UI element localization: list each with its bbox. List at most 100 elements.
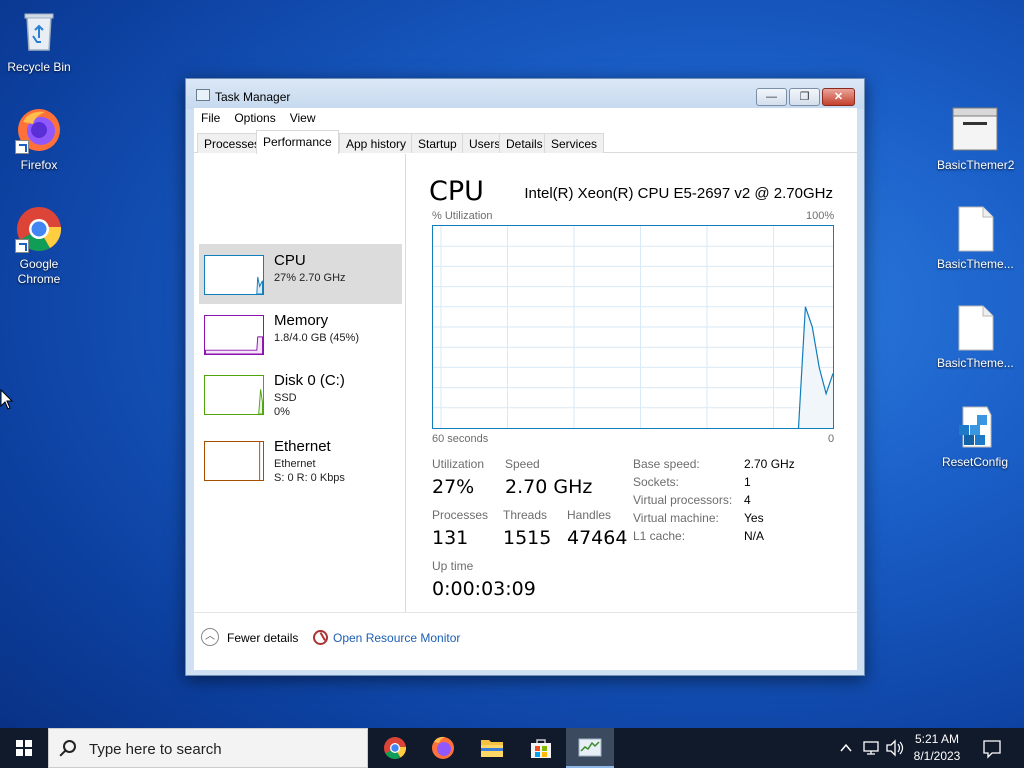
graph-x-label: 60 seconds <box>432 433 489 445</box>
application-window-icon <box>951 106 999 154</box>
resource-name: Ethernet <box>274 438 331 455</box>
title-bar[interactable]: Task Manager — ❐ ✕ <box>186 79 864 109</box>
search-icon <box>63 740 76 753</box>
graph-y-label: % Utilization <box>432 210 493 222</box>
taskbar-clock[interactable]: 5:21 AM 8/1/2023 <box>904 731 970 765</box>
resource-detail: 1.8/4.0 GB (45%) <box>274 332 359 344</box>
blank-file-icon <box>951 304 999 352</box>
desktop-icon-basictheme-file-2[interactable]: BasicTheme... <box>937 304 1014 371</box>
sockets-label: Sockets: <box>633 475 680 489</box>
l1-cache-value: N/A <box>744 529 765 543</box>
menu-options[interactable]: Options <box>227 108 282 128</box>
menu-file[interactable]: File <box>194 108 227 128</box>
task-manager-icon <box>578 738 602 757</box>
clock-time: 5:21 AM <box>914 732 960 746</box>
chevron-up-icon[interactable] <box>836 728 856 768</box>
tab-app-history[interactable]: App history <box>339 133 414 153</box>
store-bag-icon <box>531 739 551 758</box>
virtual-machine-label: Virtual machine: <box>633 511 719 525</box>
uptime-label: Up time <box>432 559 474 573</box>
disk-mini-graph <box>204 375 264 415</box>
network-icon[interactable] <box>860 728 882 768</box>
taskbar-file-explorer[interactable] <box>468 728 516 768</box>
resource-name: CPU <box>274 252 306 269</box>
recycle-bin-icon <box>15 8 63 56</box>
desktop-icon-resetconfig[interactable]: ResetConfig <box>937 403 1013 470</box>
resource-detail-2: 0% <box>274 406 290 418</box>
memory-mini-graph <box>204 315 264 355</box>
resource-cpu[interactable]: CPU 27% 2.70 GHz <box>199 244 402 304</box>
ethernet-mini-graph <box>204 441 264 481</box>
resource-name: Memory <box>274 312 329 329</box>
resource-detail: Ethernet <box>274 458 316 470</box>
registry-cubes-icon <box>951 403 999 451</box>
desktop-icon-label: BasicTheme... <box>937 257 1014 271</box>
desktop-icon-google-chrome[interactable]: Google Chrome <box>1 205 77 287</box>
close-button[interactable]: ✕ <box>822 88 855 106</box>
shortcut-arrow-icon <box>15 140 29 154</box>
desktop-icon-firefox[interactable]: Firefox <box>1 106 77 173</box>
start-button[interactable] <box>0 728 48 768</box>
resource-disk[interactable]: Disk 0 (C:) SSD 0% <box>199 364 402 424</box>
desktop-icon-label: ResetConfig <box>941 455 1009 469</box>
tab-performance[interactable]: Performance <box>256 130 339 154</box>
desktop-icon-label: BasicThemer2 <box>937 158 1015 172</box>
open-resource-monitor-link[interactable]: Open Resource Monitor <box>333 631 460 645</box>
menu-bar: File Options View <box>194 108 323 130</box>
fewer-details-button[interactable]: Fewer details <box>227 631 298 645</box>
volume-icon[interactable] <box>884 728 906 768</box>
taskbar: Type here to search 5:21 AM 8/1/2023 <box>0 728 1024 768</box>
tab-services[interactable]: Services <box>544 133 605 153</box>
cpu-model-name: Intel(R) Xeon(R) CPU E5-2697 v2 @ 2.70GH… <box>524 185 833 202</box>
firefox-icon <box>432 736 454 759</box>
task-manager-window: Task Manager — ❐ ✕ File Options View Proce… <box>185 78 865 676</box>
taskbar-chrome[interactable] <box>371 728 419 768</box>
desktop-icon-label: BasicTheme... <box>937 356 1014 370</box>
minimize-button[interactable]: — <box>756 88 787 106</box>
desktop-icon-basictheme-file-1[interactable]: BasicTheme... <box>937 205 1014 272</box>
chrome-icon <box>384 737 407 759</box>
mouse-cursor-icon <box>0 389 14 410</box>
l1-cache-label: L1 cache: <box>633 529 686 543</box>
window-title: Task Manager <box>215 90 291 104</box>
taskbar-firefox[interactable] <box>419 728 467 768</box>
search-box[interactable]: Type here to search <box>48 728 368 768</box>
base-speed-label: Base speed: <box>633 457 700 471</box>
desktop-icon-basicthemer2[interactable]: BasicThemer2 <box>937 106 1015 173</box>
uptime-value: 0:00:03:09 <box>432 578 536 600</box>
desktop-icon-recycle-bin[interactable]: Recycle Bin <box>1 8 77 75</box>
restore-button[interactable]: ❐ <box>789 88 820 106</box>
processes-label: Processes <box>432 508 489 522</box>
folder-icon <box>481 740 503 757</box>
notification-icon[interactable] <box>980 728 1004 768</box>
resource-memory[interactable]: Memory 1.8/4.0 GB (45%) <box>199 304 402 364</box>
chevron-up-icon[interactable]: ︿ <box>201 628 219 646</box>
taskbar-task-manager[interactable] <box>566 728 614 768</box>
shortcut-arrow-icon <box>15 239 29 253</box>
page-title: CPU <box>429 176 484 207</box>
virtual-processors-label: Virtual processors: <box>633 493 733 507</box>
desktop-icon-label: Google Chrome <box>17 257 61 286</box>
taskbar-store[interactable] <box>517 728 565 768</box>
cpu-mini-graph <box>204 255 264 295</box>
tab-details[interactable]: Details <box>499 133 550 153</box>
tab-strip: Processes Performance App history Startu… <box>194 130 857 154</box>
search-placeholder: Type here to search <box>89 741 222 758</box>
utilization-label: Utilization <box>432 457 485 471</box>
footer: ︿ Fewer details Open Resource Monitor <box>194 612 857 670</box>
desktop-icon-label: Recycle Bin <box>7 60 71 74</box>
resource-monitor-icon <box>313 630 328 645</box>
sockets-value: 1 <box>744 475 751 489</box>
cpu-utilization-graph <box>432 225 834 429</box>
clock-date: 8/1/2023 <box>913 749 961 763</box>
graph-x-min: 0 <box>828 433 835 445</box>
resource-ethernet[interactable]: Ethernet Ethernet S: 0 R: 0 Kbps <box>199 430 402 490</box>
task-manager-app-icon <box>196 89 210 101</box>
handles-value: 47464 <box>567 527 628 549</box>
tab-startup[interactable]: Startup <box>411 133 464 153</box>
resource-detail-2: S: 0 R: 0 Kbps <box>274 472 345 484</box>
desktop-icon-label: Firefox <box>20 158 58 172</box>
resource-detail: 27% 2.70 GHz <box>274 272 346 284</box>
menu-view[interactable]: View <box>283 108 323 128</box>
resource-name: Disk 0 (C:) <box>274 372 345 389</box>
